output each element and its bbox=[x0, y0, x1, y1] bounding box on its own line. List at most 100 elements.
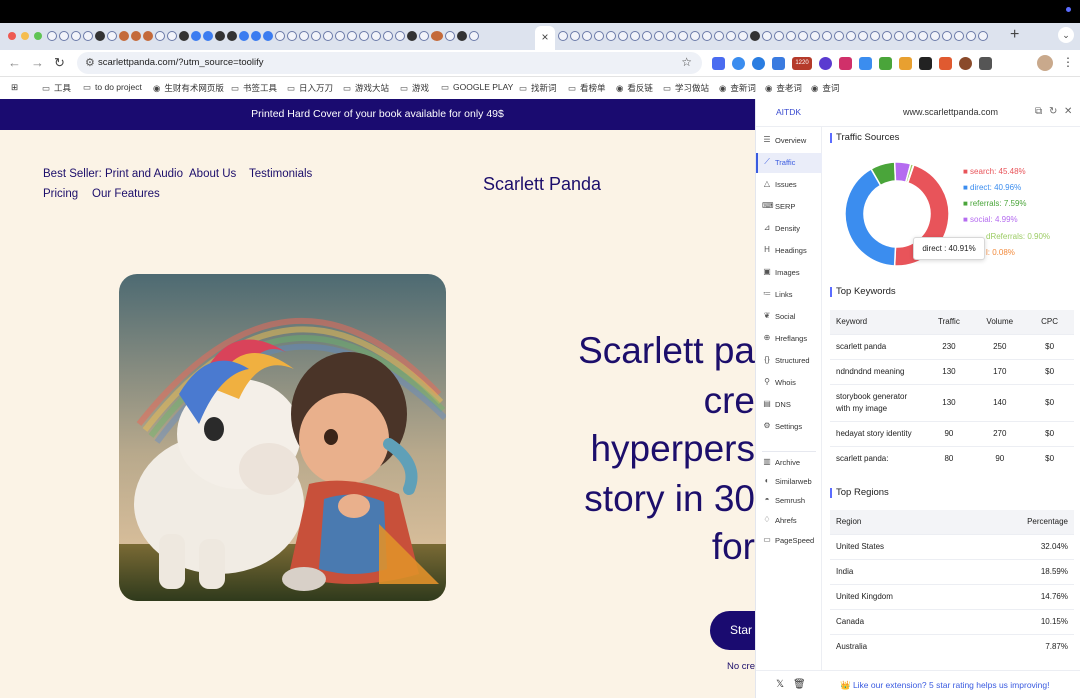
nav-features-link[interactable]: Our Features bbox=[92, 188, 160, 200]
extension-icons[interactable]: 1220 bbox=[712, 57, 992, 70]
back-button[interactable]: ← bbox=[8, 55, 21, 70]
new-tab-button[interactable]: + bbox=[1010, 26, 1019, 44]
bookmark-item[interactable]: ◉ 看反链 bbox=[616, 82, 653, 94]
url-text[interactable]: scarlettpanda.com/?utm_source=toolify bbox=[98, 57, 264, 68]
nav-about-link[interactable]: About Us bbox=[189, 168, 236, 180]
popout-icon[interactable]: ⧉ bbox=[1035, 106, 1042, 117]
promo-banner[interactable]: Printed Hard Cover of your book availabl… bbox=[0, 99, 755, 130]
address-bar[interactable]: ⚙ scarlettpanda.com/?utm_source=toolify … bbox=[77, 52, 702, 74]
table-row[interactable]: scarlett panda: 80 90 $0 bbox=[830, 445, 1074, 471]
maximize-window-button[interactable] bbox=[34, 32, 42, 40]
table-row[interactable]: United Kingdom 14.76% bbox=[830, 583, 1074, 609]
table-header-row: Region Percentage bbox=[830, 510, 1074, 534]
col-volume: Volume bbox=[974, 310, 1026, 334]
table-row[interactable]: Canada 10.15% bbox=[830, 608, 1074, 634]
bookmark-item[interactable]: ▭ 工具 bbox=[42, 82, 71, 94]
legend-item-direct[interactable]: ■ direct: 40.96% bbox=[963, 183, 1021, 192]
nav-traffic[interactable]: ⟋ Traffic bbox=[756, 153, 822, 173]
refresh-icon[interactable]: ↻ bbox=[1049, 106, 1057, 117]
forward-button[interactable]: → bbox=[31, 55, 44, 70]
nav-overview[interactable]: ☰ Overview bbox=[756, 131, 822, 151]
nav-hreflangs[interactable]: ⊕ Hreflangs bbox=[756, 329, 822, 349]
start-cta-button[interactable]: Star bbox=[710, 611, 755, 650]
minimize-window-button[interactable] bbox=[21, 32, 29, 40]
list-icon: ☰ bbox=[763, 135, 771, 144]
panel-header: AITDK www.scarlettpanda.com ⧉ ↻ ✕ bbox=[756, 99, 1080, 127]
bookmark-item[interactable]: ▭ 学习做站 bbox=[663, 82, 709, 94]
nav-whois[interactable]: ⚲ Whois bbox=[756, 373, 822, 393]
legend-item-paidReferrals[interactable]: dReferrals: 0.90% bbox=[986, 232, 1050, 241]
close-window-button[interactable] bbox=[8, 32, 16, 40]
site-info-icon[interactable]: ⚙ bbox=[85, 56, 95, 69]
hero-heading-line: story in 30 bbox=[584, 478, 755, 519]
table-row[interactable]: ndndndnd meaning 130 170 $0 bbox=[830, 358, 1074, 384]
nav-similarweb[interactable]: ◐ Similarweb bbox=[756, 472, 822, 492]
reload-button[interactable]: ↻ bbox=[54, 55, 65, 71]
col-percentage: Percentage bbox=[969, 510, 1074, 534]
nav-semrush[interactable]: ◓ Semrush bbox=[756, 491, 822, 511]
nav-social[interactable]: ❦ Social bbox=[756, 307, 822, 327]
tab-search-button[interactable]: ⌄ bbox=[1058, 27, 1074, 43]
legend-item-search[interactable]: ■ search: 45.48% bbox=[963, 167, 1026, 176]
browser-menu-icon[interactable]: ⋮ bbox=[1062, 55, 1074, 69]
site-logo[interactable]: Scarlett Panda bbox=[483, 174, 601, 195]
x-twitter-icon[interactable]: 𝕏 bbox=[776, 679, 784, 690]
nav-best-seller-link[interactable]: Best Seller: Print and Audio bbox=[43, 168, 183, 180]
extension-badge[interactable]: 1220 bbox=[792, 57, 812, 70]
nav-dns[interactable]: ▤ DNS bbox=[756, 395, 822, 415]
table-row[interactable]: Australia 7.87% bbox=[830, 633, 1074, 659]
system-menu-bar bbox=[0, 0, 1080, 23]
bookmark-item[interactable]: ▭ 日入万刀 bbox=[287, 82, 333, 94]
bookmark-item[interactable]: ◉ 查新词 bbox=[719, 82, 756, 94]
nav-pricing-link[interactable]: Pricing bbox=[43, 188, 78, 200]
bookmark-star-icon[interactable]: ☆ bbox=[681, 55, 692, 69]
bookmark-item[interactable]: ▭ 游戏 bbox=[400, 82, 429, 94]
legend-item-mail[interactable]: l: 0.08% bbox=[986, 248, 1015, 257]
close-icon[interactable]: ✕ bbox=[1064, 106, 1072, 117]
nav-issues[interactable]: △ Issues bbox=[756, 175, 822, 195]
legend-item-social[interactable]: ■ social: 4.99% bbox=[963, 215, 1018, 224]
nav-pagespeed[interactable]: ▭ PageSpeed bbox=[756, 531, 822, 551]
table-row[interactable]: scarlett panda 230 250 $0 bbox=[830, 333, 1074, 359]
nav-serp[interactable]: ⌨ SERP bbox=[756, 197, 822, 217]
nav-settings[interactable]: ⚙ Settings bbox=[756, 417, 822, 437]
nav-links[interactable]: ≔ Links bbox=[756, 285, 822, 305]
bookmark-item[interactable]: ▭ 看榜单 bbox=[568, 82, 606, 94]
bookmark-item[interactable]: ▭ 游戏大站 bbox=[343, 82, 389, 94]
table-row[interactable]: storybook generator with my image 130 140 $… bbox=[830, 383, 1074, 421]
panel-brand: AITDK bbox=[776, 107, 802, 117]
archive-icon: ▥ bbox=[763, 457, 771, 466]
panel-domain: www.scarlettpanda.com bbox=[903, 107, 999, 117]
keywords-table: Keyword Traffic Volume CPC scarlett pand… bbox=[830, 310, 1074, 471]
pinned-tabs[interactable] bbox=[47, 31, 479, 41]
rating-prompt[interactable]: 👑 Like our extension? 5 star rating help… bbox=[840, 680, 1050, 691]
legend-item-referrals[interactable]: ■ referrals: 7.59% bbox=[963, 199, 1027, 208]
bookmark-item[interactable]: ◉ 查老词 bbox=[765, 82, 802, 94]
apps-grid-icon[interactable]: ⊞ bbox=[11, 82, 18, 93]
regions-table: Region Percentage United States 32.04% In… bbox=[830, 510, 1074, 659]
nav-images[interactable]: ▣ Images bbox=[756, 263, 822, 283]
trash-icon[interactable]: 🗑 bbox=[793, 679, 806, 690]
bookmark-item[interactable]: ▭ 找新词 bbox=[519, 82, 557, 94]
active-tab-close-button[interactable]: × bbox=[535, 26, 555, 50]
donut-slice-direct[interactable] bbox=[844, 167, 897, 267]
bookmark-item[interactable]: ▭ 书签工具 bbox=[231, 82, 277, 94]
table-row[interactable]: United States 32.04% bbox=[830, 533, 1074, 559]
table-row[interactable]: hedayat story identity 90 270 $0 bbox=[830, 420, 1074, 446]
table-row[interactable]: India 18.59% bbox=[830, 558, 1074, 584]
col-region: Region bbox=[830, 510, 970, 534]
ahrefs-icon: ♢ bbox=[763, 515, 771, 524]
nav-testimonials-link[interactable]: Testimonials bbox=[249, 168, 312, 180]
nav-archive[interactable]: ▥ Archive bbox=[756, 453, 822, 473]
bookmark-item[interactable]: ▭ GOOGLE PLAY bbox=[441, 82, 513, 93]
profile-avatar[interactable] bbox=[1037, 55, 1053, 71]
serp-icon: ⌨ bbox=[762, 201, 774, 210]
nav-ahrefs[interactable]: ♢ Ahrefs bbox=[756, 511, 822, 531]
bookmark-item[interactable]: ▭ to do project bbox=[83, 82, 142, 93]
bookmark-item[interactable]: ◉ 生财有术网页版 bbox=[153, 82, 224, 94]
nav-structured[interactable]: {} Structured bbox=[756, 351, 822, 371]
nav-headings[interactable]: H Headings bbox=[756, 241, 822, 261]
col-traffic: Traffic bbox=[923, 310, 975, 334]
nav-density[interactable]: ⊿ Density bbox=[756, 219, 822, 239]
bookmark-item[interactable]: ◉ 查词 bbox=[811, 82, 839, 94]
